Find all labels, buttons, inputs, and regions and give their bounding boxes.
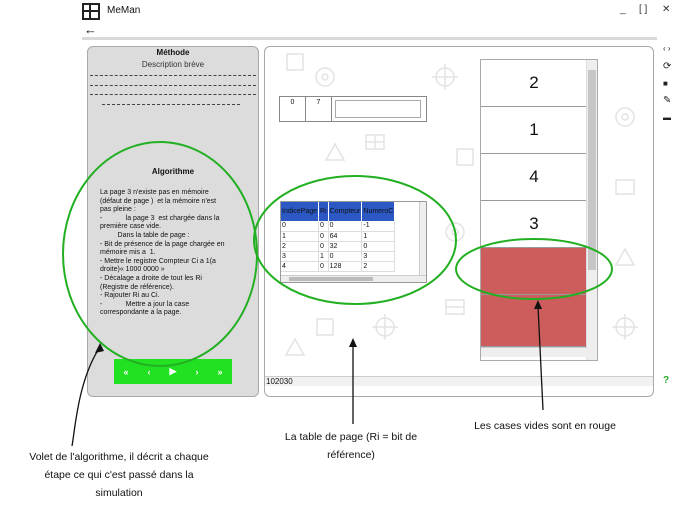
empty-frames-highlight-ellipse: [455, 238, 613, 300]
table-annotation: La table de page (Ri = bit de référence): [284, 431, 418, 461]
table-highlight-ellipse: [253, 175, 457, 305]
algorithm-annotation-arrow: [71, 346, 101, 447]
empty-annotation-arrow: [537, 305, 544, 411]
algorithm-highlight-ellipse: [62, 141, 258, 367]
empty-frames-annotation: Les cases vides sont en rouge: [474, 420, 616, 432]
algorithm-annotation: Volet de l'algorithme, il décrit a chaqu…: [29, 451, 209, 499]
